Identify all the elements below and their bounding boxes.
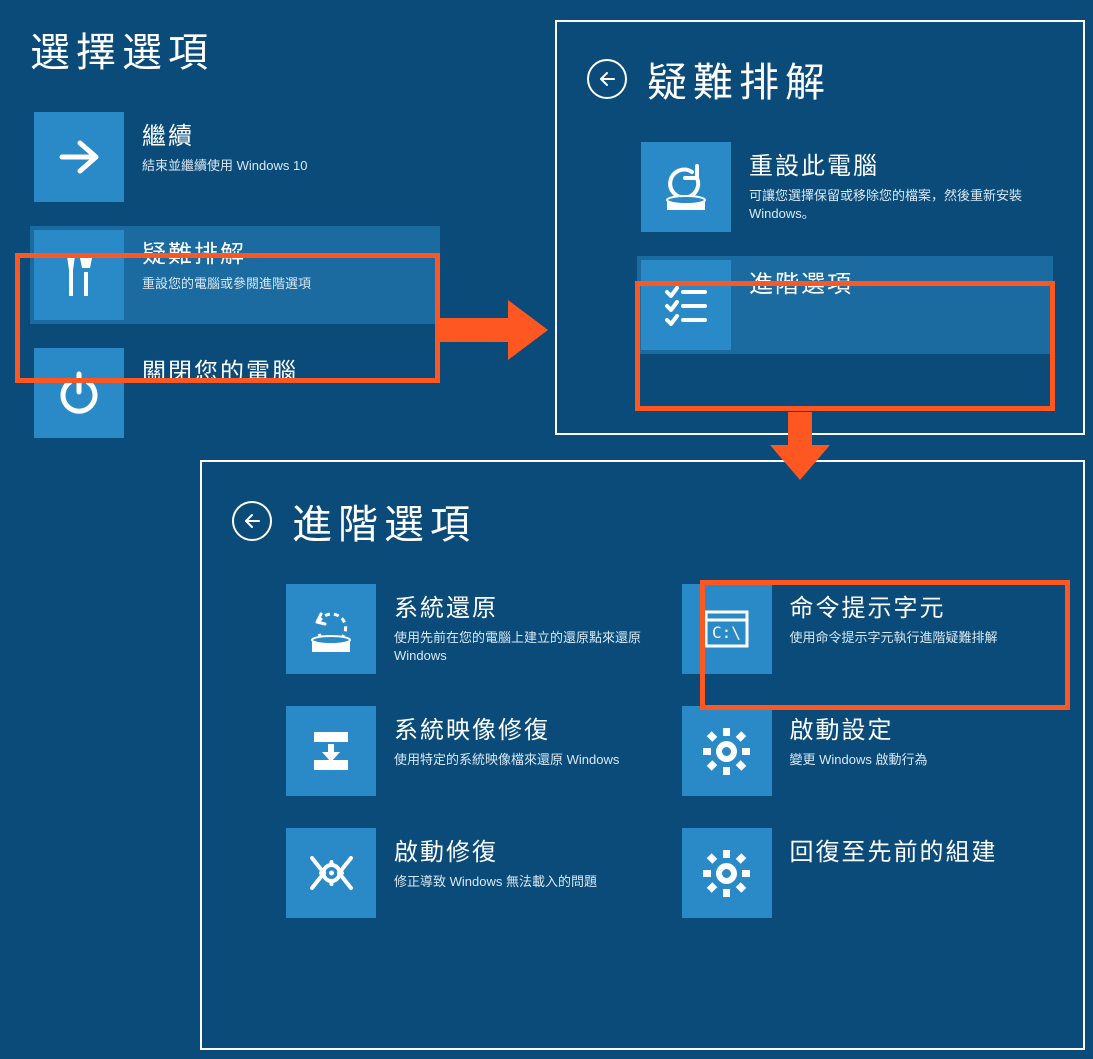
- panel-header: 進階選項: [232, 492, 1053, 550]
- tile-startup-repair[interactable]: 啟動修復 修正導致 Windows 無法載入的問題: [282, 824, 658, 922]
- tile-text: 系統映像修復 使用特定的系統映像檔來還原 Windows: [394, 706, 619, 769]
- command-prompt-icon: C:\: [682, 584, 772, 674]
- tile-text: 進階選項: [749, 260, 853, 305]
- tile-title: 啟動修復: [394, 832, 597, 867]
- tools-icon: [34, 230, 124, 320]
- page-title: 選擇選項: [30, 20, 440, 78]
- tile-text: 重設此電腦 可讓您選擇保留或移除您的檔案，然後重新安裝 Windows。: [749, 142, 1049, 223]
- tile-go-back-previous-build[interactable]: 回復至先前的組建: [678, 824, 1054, 922]
- flow-arrow-icon: [440, 300, 550, 360]
- advanced-options-panel: 進階選項 系統還原 使用先前在您的電腦上建立的還原點來還原 Windows: [200, 460, 1085, 1050]
- tile-shutdown[interactable]: 關閉您的電腦: [30, 344, 440, 442]
- reset-disk-icon: [641, 142, 731, 232]
- checklist-icon: [641, 260, 731, 350]
- tile-text: 繼續 結束並繼續使用 Windows 10: [142, 112, 307, 175]
- tile-system-image-recovery[interactable]: 系統映像修復 使用特定的系統映像檔來還原 Windows: [282, 702, 658, 800]
- tile-title: 系統還原: [394, 588, 654, 623]
- tile-title: 疑難排解: [142, 234, 311, 269]
- tile-text: 系統還原 使用先前在您的電腦上建立的還原點來還原 Windows: [394, 584, 654, 665]
- back-button[interactable]: [232, 501, 272, 541]
- tile-reset-pc[interactable]: 重設此電腦 可讓您選擇保留或移除您的檔案，然後重新安裝 Windows。: [637, 138, 1053, 236]
- gear-icon: [682, 828, 772, 918]
- back-button[interactable]: [587, 59, 627, 99]
- tile-desc: 使用命令提示字元執行進階疑難排解: [790, 629, 998, 647]
- panel-header: 疑難排解: [587, 50, 1053, 108]
- tile-title: 重設此電腦: [749, 146, 1049, 181]
- tile-text: 回復至先前的組建: [790, 828, 998, 873]
- tile-title: 啟動設定: [790, 710, 928, 745]
- gear-icon: [682, 706, 772, 796]
- tile-text: 啟動設定 變更 Windows 啟動行為: [790, 706, 928, 769]
- choose-option-panel: 選擇選項 繼續 結束並繼續使用 Windows 10 疑難排解 重設您的電腦或參…: [30, 20, 440, 462]
- svg-text:C:\: C:\: [712, 623, 741, 642]
- advanced-options-grid: 系統還原 使用先前在您的電腦上建立的還原點來還原 Windows C:\ 命令提…: [282, 580, 1053, 922]
- tile-title: 命令提示字元: [790, 588, 998, 623]
- tile-text: 命令提示字元 使用命令提示字元執行進階疑難排解: [790, 584, 998, 647]
- troubleshoot-panel: 疑難排解 重設此電腦 可讓您選擇保留或移除您的檔案，然後重新安裝 Windows…: [555, 20, 1085, 435]
- tile-title: 系統映像修復: [394, 710, 619, 745]
- tile-desc: 使用先前在您的電腦上建立的還原點來還原 Windows: [394, 629, 654, 665]
- tile-title: 關閉您的電腦: [142, 352, 298, 387]
- tile-text: 啟動修復 修正導致 Windows 無法載入的問題: [394, 828, 597, 891]
- tile-continue[interactable]: 繼續 結束並繼續使用 Windows 10: [30, 108, 440, 206]
- arrow-right-icon: [34, 112, 124, 202]
- tile-startup-settings[interactable]: 啟動設定 變更 Windows 啟動行為: [678, 702, 1054, 800]
- tile-title: 回復至先前的組建: [790, 832, 998, 867]
- flow-arrow-icon: [770, 412, 830, 482]
- tile-title: 進階選項: [749, 264, 853, 299]
- tile-troubleshoot[interactable]: 疑難排解 重設您的電腦或參閱進階選項: [30, 226, 440, 324]
- tile-command-prompt[interactable]: C:\ 命令提示字元 使用命令提示字元執行進階疑難排解: [678, 580, 1054, 678]
- tile-desc: 重設您的電腦或參閱進階選項: [142, 275, 311, 293]
- page-title: 疑難排解: [647, 50, 831, 108]
- tile-system-restore[interactable]: 系統還原 使用先前在您的電腦上建立的還原點來還原 Windows: [282, 580, 658, 678]
- tile-desc: 使用特定的系統映像檔來還原 Windows: [394, 751, 619, 769]
- restore-icon: [286, 584, 376, 674]
- page-title: 進階選項: [292, 492, 476, 550]
- power-icon: [34, 348, 124, 438]
- tile-desc: 可讓您選擇保留或移除您的檔案，然後重新安裝 Windows。: [749, 187, 1049, 223]
- tile-advanced-options[interactable]: 進階選項: [637, 256, 1053, 354]
- tile-text: 關閉您的電腦: [142, 348, 298, 393]
- gear-angle-icon: [286, 828, 376, 918]
- tile-text: 疑難排解 重設您的電腦或參閱進階選項: [142, 230, 311, 293]
- disk-download-icon: [286, 706, 376, 796]
- tile-title: 繼續: [142, 116, 307, 151]
- tile-desc: 變更 Windows 啟動行為: [790, 751, 928, 769]
- tile-desc: 修正導致 Windows 無法載入的問題: [394, 873, 597, 891]
- tile-desc: 結束並繼續使用 Windows 10: [142, 157, 307, 175]
